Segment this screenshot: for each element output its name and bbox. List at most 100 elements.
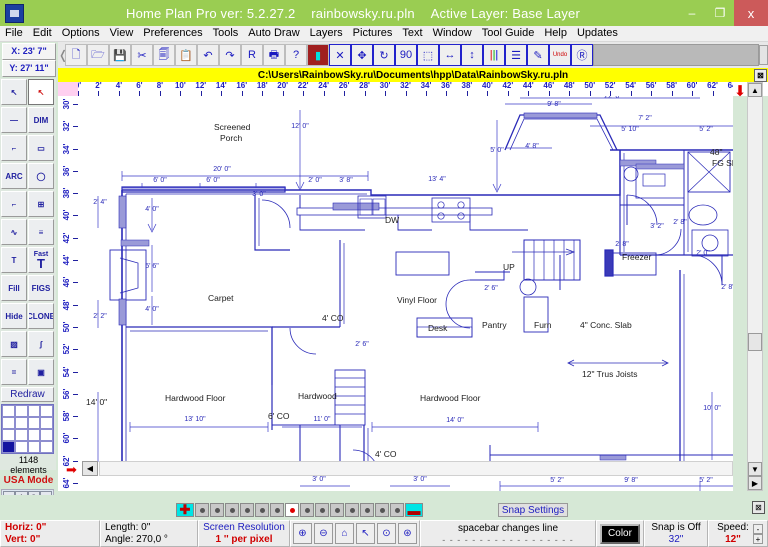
color-button[interactable]: Color: [600, 524, 640, 544]
drawing-canvas[interactable]: ScreenedPorchCarpetVinyl FloorDeskPantry…: [78, 96, 733, 491]
color-swatch-6[interactable]: [285, 503, 299, 517]
text-tool[interactable]: T: [1, 247, 27, 273]
zoom-select-button[interactable]: ↖: [356, 523, 375, 544]
color-cell[interactable]: [2, 429, 15, 441]
clone-tool[interactable]: CLONE: [28, 303, 54, 329]
eraser-button[interactable]: ✎: [527, 44, 549, 66]
menu-item-tool-guide[interactable]: Tool Guide: [477, 26, 540, 41]
horizontal-scroll-track[interactable]: [99, 461, 733, 476]
polygon-tool[interactable]: ⌐: [1, 135, 27, 161]
figs-tool[interactable]: FIGS: [28, 275, 54, 301]
color-cell[interactable]: [40, 405, 53, 417]
menu-item-file[interactable]: File: [0, 26, 28, 41]
color-swatch-10[interactable]: [345, 503, 359, 517]
color-swatch-1[interactable]: [210, 503, 224, 517]
redraw-button[interactable]: Redraw: [1, 387, 54, 402]
zoom-previous-button[interactable]: ⊙: [377, 523, 396, 544]
color-cell[interactable]: [15, 429, 28, 441]
color-bars-button[interactable]: |||: [483, 44, 505, 66]
path-close-icon[interactable]: ⊠: [754, 69, 767, 82]
close-button[interactable]: x: [734, 0, 768, 26]
copy-button[interactable]: 🗐: [153, 44, 175, 66]
open-folder-button[interactable]: 🗁: [87, 44, 109, 66]
rotate-button[interactable]: ↻: [373, 44, 395, 66]
arc-tool[interactable]: ARC: [1, 163, 27, 189]
speed-increase-button[interactable]: +: [753, 534, 763, 544]
toolbar-scroll-thumb[interactable]: [759, 45, 768, 65]
door-button[interactable]: ▮: [307, 44, 329, 66]
snap-settings-button[interactable]: Snap Settings: [498, 503, 568, 517]
parallel-tool[interactable]: =: [1, 359, 27, 385]
color-swatch-8[interactable]: [315, 503, 329, 517]
color-swatch-7[interactable]: [300, 503, 314, 517]
vertical-stretch-button[interactable]: ↕: [461, 44, 483, 66]
print-button[interactable]: 🖶: [263, 44, 285, 66]
cancel-button[interactable]: Ⓡ: [571, 44, 593, 66]
scroll-down-button[interactable]: ▼: [748, 462, 762, 476]
add-color-button[interactable]: ✚: [176, 503, 194, 517]
menu-item-tools[interactable]: Tools: [208, 26, 244, 41]
vertical-ruler[interactable]: 30'32'34'36'38'40'42'44'46'48'50'52'54'5…: [58, 96, 78, 491]
wall-tool[interactable]: ⌐: [1, 191, 27, 217]
menu-item-view[interactable]: View: [105, 26, 139, 41]
paste-button[interactable]: 📋: [175, 44, 197, 66]
snap-readout[interactable]: Snap is Off 32": [644, 520, 708, 547]
rotate-90-button[interactable]: 90: [395, 44, 417, 66]
redo-button[interactable]: ↷: [219, 44, 241, 66]
color-swatch-5[interactable]: [270, 503, 284, 517]
scroll-left-button[interactable]: ◀: [82, 461, 98, 476]
menu-item-options[interactable]: Options: [57, 26, 105, 41]
speed-readout[interactable]: Speed: 12" - +: [708, 520, 768, 547]
color-swatch-9[interactable]: [330, 503, 344, 517]
screen-resolution-readout[interactable]: Screen Resolution 1 '' per pixel: [198, 520, 290, 547]
color-cell[interactable]: [2, 441, 15, 453]
display-button[interactable]: R: [241, 44, 263, 66]
scroll-up-button[interactable]: ▲: [748, 83, 762, 97]
color-cell[interactable]: [28, 429, 41, 441]
menu-item-window[interactable]: Window: [428, 26, 477, 41]
color-swatch-12[interactable]: [375, 503, 389, 517]
color-cell[interactable]: [40, 429, 53, 441]
palette-close-icon[interactable]: ⊠: [752, 501, 765, 514]
color-cell[interactable]: [15, 405, 28, 417]
freehand-tool[interactable]: ʃ: [28, 331, 54, 357]
undo-button[interactable]: ↶: [197, 44, 219, 66]
save-button[interactable]: 💾: [109, 44, 131, 66]
scroll-right-button[interactable]: ▶: [748, 476, 762, 490]
select-area-button[interactable]: ⬚: [417, 44, 439, 66]
color-swatch-3[interactable]: [240, 503, 254, 517]
menu-item-layers[interactable]: Layers: [305, 26, 348, 41]
color-cell[interactable]: [2, 417, 15, 429]
minimize-button[interactable]: –: [678, 0, 706, 26]
color-swatch-0[interactable]: [195, 503, 209, 517]
window-tool[interactable]: ⊞: [28, 191, 54, 217]
rectangle-tool[interactable]: ▭: [28, 135, 54, 161]
dimension-tool[interactable]: DIM: [28, 107, 54, 133]
select-box-tool[interactable]: ↖: [28, 79, 54, 105]
maximize-button[interactable]: ❐: [706, 0, 734, 26]
fill-tool[interactable]: Fill: [1, 275, 27, 301]
zoom-fit-button[interactable]: ⌂: [335, 523, 354, 544]
color-cell[interactable]: [28, 441, 41, 453]
color-cell[interactable]: [15, 441, 28, 453]
hide-tool[interactable]: Hide: [1, 303, 27, 329]
color-cell[interactable]: [28, 417, 41, 429]
menu-item-text[interactable]: Text: [397, 26, 427, 41]
undo-all-button[interactable]: Undo: [549, 44, 571, 66]
menu-item-pictures[interactable]: Pictures: [348, 26, 398, 41]
menu-item-help[interactable]: Help: [539, 26, 572, 41]
scroll-thumb[interactable]: [748, 333, 762, 351]
color-cell[interactable]: [2, 405, 15, 417]
zoom-window-button[interactable]: ⊛: [398, 523, 417, 544]
menu-item-updates[interactable]: Updates: [572, 26, 623, 41]
delete-button[interactable]: ✕: [329, 44, 351, 66]
zoom-in-button[interactable]: ⊕: [293, 523, 312, 544]
color-cell[interactable]: [28, 405, 41, 417]
menu-item-auto-draw[interactable]: Auto Draw: [243, 26, 304, 41]
color-cell[interactable]: [15, 417, 28, 429]
speed-decrease-button[interactable]: -: [753, 524, 763, 534]
move-button[interactable]: ✥: [351, 44, 373, 66]
color-cell[interactable]: [40, 441, 53, 453]
menu-item-edit[interactable]: Edit: [28, 26, 57, 41]
color-swatch-11[interactable]: [360, 503, 374, 517]
